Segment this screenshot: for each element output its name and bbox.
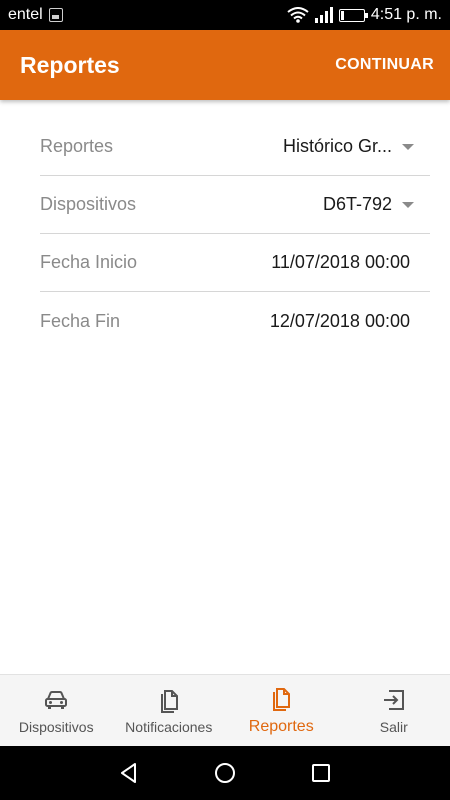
page-title: Reportes	[20, 51, 120, 78]
signal-icon	[314, 7, 333, 23]
nav-item-salir[interactable]: Salir	[338, 675, 450, 746]
home-icon[interactable]	[213, 761, 237, 785]
nav-label-salir: Salir	[379, 718, 408, 735]
status-bar: entel 4:51 p. m.	[0, 0, 450, 30]
report-type-value: Histórico Gr...	[282, 136, 392, 156]
status-right: 4:51 p. m.	[287, 6, 442, 24]
status-time: 4:51 p. m.	[370, 6, 442, 23]
start-date-label: Fecha Inicio	[40, 252, 138, 272]
start-date-field[interactable]: 11/07/2018 00:00	[271, 252, 414, 273]
bottom-nav: Dispositivos Notificaciones Reportes Sal…	[0, 674, 450, 746]
carrier-name: entel	[8, 6, 43, 23]
exit-icon	[383, 689, 404, 710]
document-icon	[160, 689, 178, 713]
device-select[interactable]: D6T-792	[323, 194, 414, 215]
report-type-row[interactable]: Reportes Histórico Gr...	[40, 118, 430, 176]
device-row[interactable]: Dispositivos D6T-792	[40, 176, 430, 234]
nav-item-notificaciones[interactable]: Notificaciones	[113, 675, 226, 746]
battery-icon	[338, 8, 368, 22]
dropdown-arrow-icon	[402, 201, 414, 208]
continue-button[interactable]: CONTINUAR	[335, 56, 434, 74]
nav-label-dispositivos: Dispositivos	[18, 718, 94, 735]
back-icon[interactable]	[117, 761, 141, 785]
document-icon	[273, 687, 291, 711]
end-date-field[interactable]: 12/07/2018 00:00	[270, 311, 414, 332]
report-type-select[interactable]: Histórico Gr...	[283, 136, 414, 157]
nav-label-notificaciones: Notificaciones	[125, 718, 213, 735]
end-date-label: Fecha Fin	[40, 310, 121, 331]
nav-label-reportes: Reportes	[248, 717, 314, 735]
report-type-label: Reportes	[40, 136, 114, 156]
recents-icon[interactable]	[309, 761, 333, 785]
nav-item-reportes[interactable]: Reportes	[225, 675, 338, 746]
status-left: entel	[8, 6, 63, 24]
system-nav-bar	[0, 746, 450, 800]
dropdown-arrow-icon	[402, 143, 414, 150]
start-date-row[interactable]: Fecha Inicio 11/07/2018 00:00	[40, 234, 430, 292]
end-date-row[interactable]: Fecha Fin 12/07/2018 00:00	[40, 292, 430, 350]
device-label: Dispositivos	[40, 194, 137, 214]
car-icon	[45, 690, 68, 709]
wifi-icon	[287, 7, 309, 23]
nav-item-dispositivos[interactable]: Dispositivos	[0, 675, 113, 746]
device-value: D6T-792	[322, 194, 392, 214]
report-form: Reportes Histórico Gr... Dispositivos D6…	[40, 118, 430, 350]
gallery-notification-icon	[48, 8, 63, 22]
app-bar: Reportes CONTINUAR	[0, 30, 450, 100]
